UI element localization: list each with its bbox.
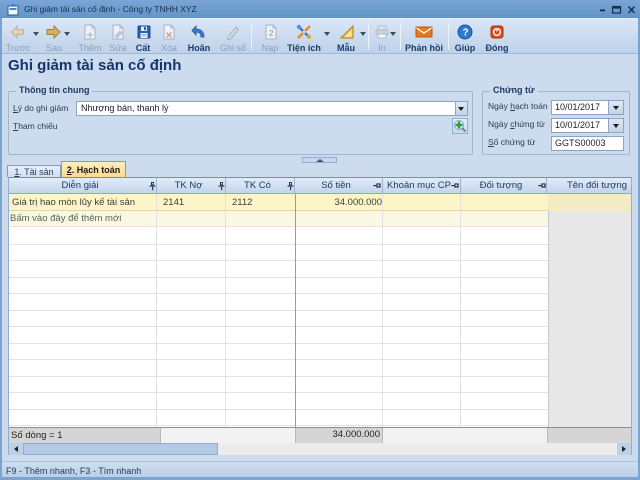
svg-text:?: ? [463,28,469,39]
svg-text:2: 2 [269,29,274,38]
